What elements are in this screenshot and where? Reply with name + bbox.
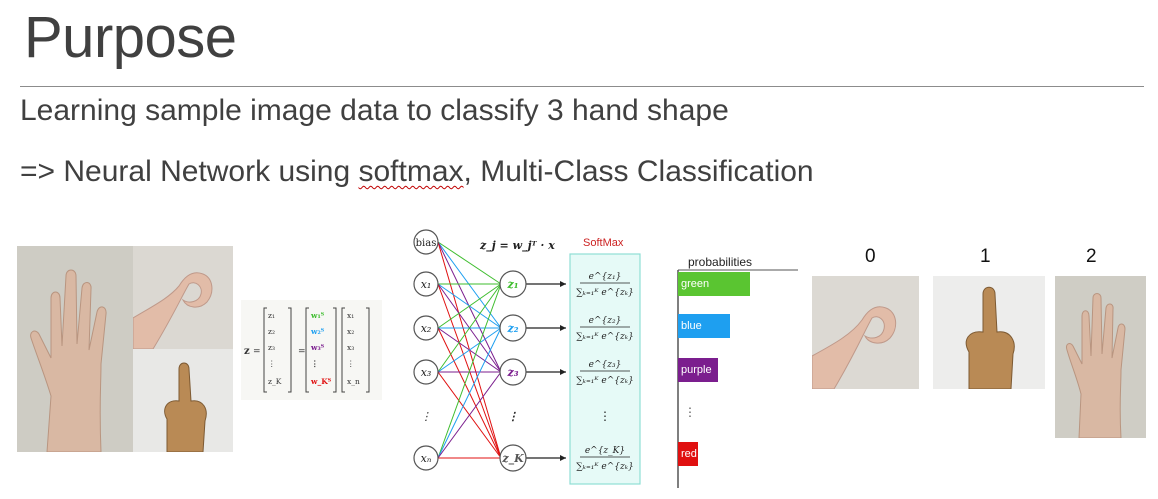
linear-formula: z_j = w_jᵀ · x: [479, 239, 555, 253]
class-2-open-hand-photo: [1055, 276, 1146, 438]
output-arrowhead: [560, 281, 566, 287]
matrix-x-entry: x_n: [347, 377, 360, 386]
network-edge: [437, 241, 502, 373]
method-suffix: , Multi-Class Classification: [463, 155, 814, 188]
class-label-0: 0: [865, 246, 876, 267]
class-1-one-finger-photo: [933, 276, 1045, 389]
softmax-numerator: e^{z₂}: [589, 316, 622, 326]
bias-label: bias: [416, 238, 437, 249]
softmax-denominator: ∑ₖ₌₁ᴷ e^{zₖ}: [576, 332, 634, 342]
softmax-word: softmax: [358, 155, 464, 188]
output-label: z₁: [506, 278, 518, 291]
probability-bar-label: red: [681, 448, 697, 460]
matrix-x-entry: x₂: [347, 327, 354, 336]
input-label: x₂: [421, 322, 432, 335]
softmax-denominator: ∑ₖ₌₁ᴷ e^{zₖ}: [576, 376, 634, 386]
softmax-denominator: ∑ₖ₌₁ᴷ e^{zₖ}: [576, 462, 634, 472]
softmax-numerator: e^{z₁}: [589, 272, 622, 282]
matrix-x-entry: x₁: [347, 311, 354, 320]
title-divider: [20, 86, 1144, 87]
class-label-2: 2: [1086, 246, 1097, 267]
probability-bar-label: blue: [681, 320, 702, 332]
network-edge: [437, 241, 502, 329]
input-label: ⋮: [421, 410, 432, 423]
probability-bar-label: purple: [681, 364, 712, 376]
matrix-equation: z = = z₁ z₂ z₃ ⋮ z_K w₁ᵀ w₂ᵀ w₃ᵀ ⋮ w_Kᵀ x₁ x₂ x₃ ⋮ x_n: [241, 300, 382, 400]
matrix-w-entry: ⋮: [311, 359, 319, 368]
matrix-w-entry: w₃ᵀ: [310, 343, 325, 352]
one-finger-photo-small: [133, 349, 233, 452]
softmax-heading: SoftMax: [583, 237, 624, 249]
matrix-x-entry: x₃: [347, 343, 354, 352]
equals-sign: =: [253, 347, 261, 357]
softmax-numerator: e^{z₃}: [589, 360, 622, 370]
matrix-z-entry: z₃: [268, 343, 275, 352]
input-label: xₙ: [421, 452, 432, 465]
neural-network-diagram: z_j = w_jᵀ · x SoftMax bias x₁ x₂ x₃ ⋮ xₙ z₁ z₂…: [400, 224, 650, 486]
probability-bar-label: green: [681, 278, 709, 290]
open-hand-photo: [17, 246, 133, 452]
matrix-z-entry: z_K: [268, 377, 282, 386]
probability-dots: ⋮: [684, 405, 696, 419]
output-label: z₂: [506, 322, 518, 335]
method-prefix: => Neural Network using: [20, 155, 359, 188]
output-arrowhead: [560, 325, 566, 331]
matrix-w-entry: w₁ᵀ: [310, 311, 325, 320]
equals-sign-2: =: [298, 347, 306, 357]
softmax-numerator: e^{z_K}: [585, 446, 625, 456]
matrix-x-entry: ⋮: [347, 359, 355, 368]
matrix-w-entry: w_Kᵀ: [310, 377, 332, 386]
matrix-z-entry: z₂: [268, 327, 275, 336]
matrix-z-entry: z₁: [268, 311, 275, 320]
matrix-z-entry: ⋮: [268, 359, 276, 368]
class-label-1: 1: [980, 246, 991, 267]
softmax-dots: ⋮: [599, 409, 611, 423]
method-text: => Neural Network using softmax, Multi-C…: [20, 155, 814, 189]
probabilities-chart: probabilities green blue purple ⋮ red: [670, 248, 805, 488]
softmax-denominator: ∑ₖ₌₁ᴷ e^{zₖ}: [576, 288, 634, 298]
matrix-w-entry: w₂ᵀ: [310, 327, 325, 336]
output-label: ⋮: [508, 410, 519, 423]
output-label: z_K: [501, 452, 524, 466]
ok-hand-photo-small: [133, 246, 233, 349]
input-label: x₁: [421, 278, 432, 291]
class-0-ok-hand-photo: [812, 276, 919, 389]
probabilities-title: probabilities: [688, 255, 752, 269]
purpose-text: Learning sample image data to classify 3…: [20, 94, 729, 127]
slide-title: Purpose: [24, 5, 237, 70]
output-label: z₃: [506, 366, 518, 379]
output-arrowhead: [560, 455, 566, 461]
z-vector-label: z: [244, 346, 250, 357]
input-label: x₃: [421, 366, 432, 379]
output-arrowhead: [560, 369, 566, 375]
